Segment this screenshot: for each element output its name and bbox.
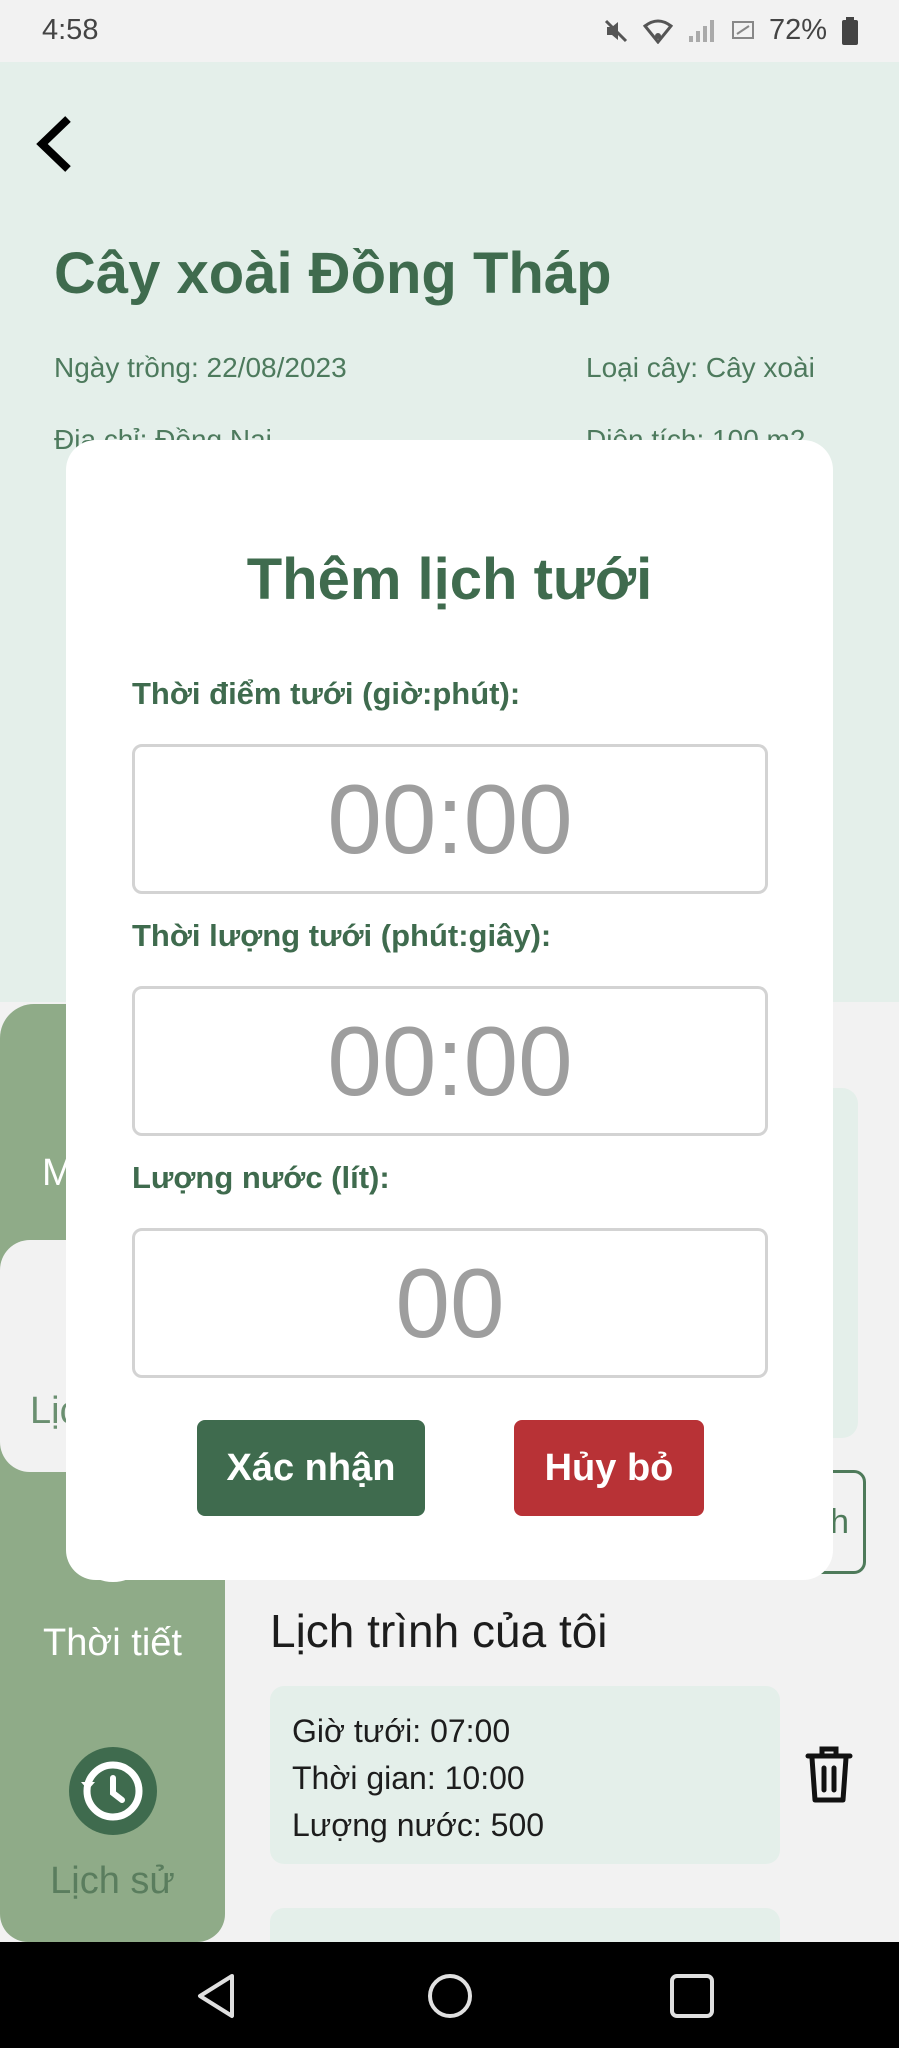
wifi-icon — [642, 19, 673, 44]
status-bar: 4:58 72% — [0, 0, 899, 62]
status-time: 4:58 — [42, 14, 99, 46]
nav-back-icon — [198, 1974, 234, 2018]
navigation-bar — [0, 1942, 899, 2048]
duration-input[interactable]: 00:00 — [132, 986, 768, 1136]
nav-home-icon — [428, 1974, 472, 2018]
mute-icon — [604, 19, 628, 42]
nav-back-button[interactable] — [186, 1966, 246, 2026]
signal-icon — [688, 19, 714, 42]
nav-recents-button[interactable] — [662, 1966, 722, 2026]
status-icons: 72% — [603, 14, 859, 47]
time-input[interactable]: 00:00 — [132, 744, 768, 894]
time-label: Thời điểm tưới (giờ:phút): — [132, 676, 521, 711]
duration-label: Thời lượng tưới (phút:giây): — [132, 918, 552, 953]
add-schedule-dialog: Thêm lịch tưới Thời điểm tưới (giờ:phút)… — [66, 440, 833, 1580]
battery-icon — [842, 16, 858, 45]
confirm-button[interactable]: Xác nhận — [197, 1420, 425, 1516]
water-label: Lượng nước (lít): — [132, 1160, 390, 1195]
nav-home-button[interactable] — [420, 1966, 480, 2026]
water-input[interactable]: 00 — [132, 1228, 768, 1378]
battery-percent: 72% — [768, 14, 827, 46]
sim-icon — [731, 20, 754, 39]
cancel-button[interactable]: Hủy bỏ — [514, 1420, 704, 1516]
dialog-title: Thêm lịch tưới — [246, 547, 653, 612]
nav-recents-icon — [670, 1974, 714, 2018]
